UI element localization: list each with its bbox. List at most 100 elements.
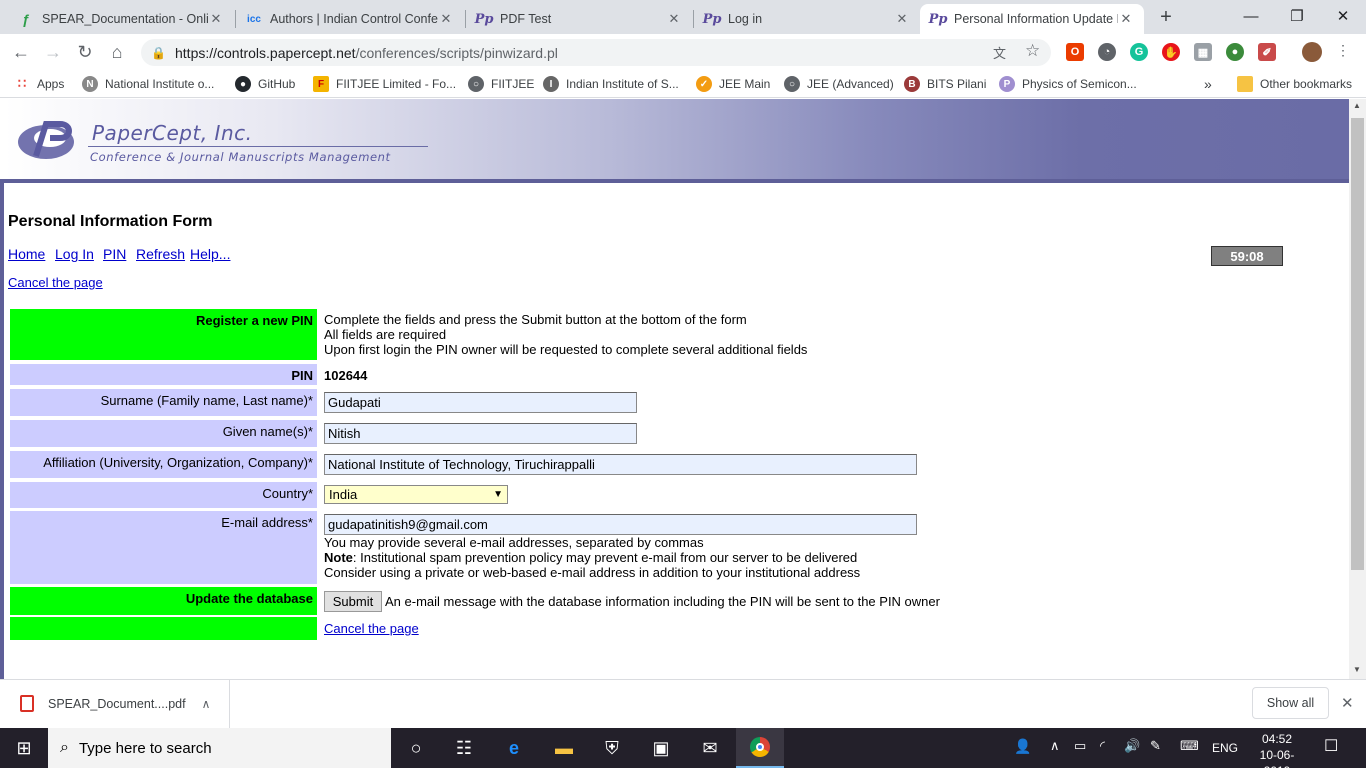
task-view-icon[interactable]: ☷ <box>440 728 488 768</box>
pin-value: 102644 <box>324 368 368 383</box>
given-name-input[interactable]: Nitish <box>324 423 637 444</box>
close-tab-icon[interactable]: ✕ <box>208 11 224 27</box>
mail-icon[interactable]: ✉ <box>686 728 734 768</box>
nit-icon: N <box>82 76 98 92</box>
email-input[interactable]: gudapatinitish9@gmail.com <box>324 514 917 535</box>
scrollbar-thumb[interactable] <box>1351 118 1364 570</box>
cancel-page-link[interactable]: Cancel the page <box>8 275 103 290</box>
back-icon[interactable]: ← <box>9 40 33 64</box>
bookmark-apps[interactable]: ∷ Apps <box>14 75 65 93</box>
chrome-taskbar-icon[interactable] <box>736 728 784 768</box>
country-select[interactable]: India ▼ <box>324 485 508 504</box>
reload-icon[interactable]: ↻ <box>73 40 97 64</box>
country-label: Country* <box>10 482 317 508</box>
bookmark-iisc[interactable]: I Indian Institute of S... <box>543 75 679 93</box>
edge-icon[interactable]: e <box>490 728 538 768</box>
nav-pin-link[interactable]: PIN <box>103 246 126 262</box>
profile-avatar[interactable] <box>1302 42 1322 62</box>
surname-input[interactable]: Gudapati <box>324 392 637 413</box>
store-icon[interactable]: ▣ <box>637 728 685 768</box>
tab-personal-info[interactable]: Pp Personal Information Update F ✕ <box>920 4 1144 34</box>
home-icon[interactable]: ⌂ <box>105 40 129 64</box>
bookmark-bits[interactable]: B BITS Pilani <box>904 75 986 93</box>
email-note: Note: Institutional spam prevention poli… <box>324 550 860 565</box>
security-icon[interactable]: ⛨ <box>588 728 636 768</box>
battery-icon[interactable]: ▭ <box>1074 738 1086 754</box>
nav-help-link[interactable]: Help... <box>190 246 230 262</box>
jee-main-icon: ✓ <box>696 76 712 92</box>
tab-log-in[interactable]: Pp Log in ✕ <box>694 4 920 34</box>
tagline-divider <box>88 146 428 147</box>
cancel-page-bottom-link[interactable]: Cancel the page <box>324 621 419 636</box>
scroll-down-icon[interactable]: ▼ <box>1353 665 1361 674</box>
session-timer: 59:08 <box>1211 246 1283 266</box>
file-explorer-icon[interactable]: ▬ <box>540 728 588 768</box>
nav-home-link[interactable]: Home <box>8 246 45 262</box>
scroll-up-icon[interactable]: ▲ <box>1353 101 1361 110</box>
clock[interactable]: 04:52 10-06-2019 <box>1250 731 1304 779</box>
bookmark-star-icon[interactable]: ☆ <box>1025 41 1045 61</box>
close-tab-icon[interactable]: ✕ <box>438 11 454 27</box>
github-icon: ● <box>235 76 251 92</box>
windows-start-icon[interactable]: ⊞ <box>0 728 48 768</box>
people-icon[interactable]: 👤 <box>1014 738 1031 755</box>
page-left-border <box>0 179 4 679</box>
cortana-icon[interactable]: ○ <box>392 728 440 768</box>
office-extension-icon[interactable]: O <box>1066 43 1084 61</box>
affiliation-input[interactable]: National Institute of Technology, Tiruch… <box>324 454 917 475</box>
tray-chevron-icon[interactable]: ∧ <box>1050 738 1060 754</box>
language-indicator[interactable]: ENG <box>1212 741 1238 755</box>
bookmark-jee-advanced[interactable]: ○ JEE (Advanced) <box>784 75 894 93</box>
close-tab-icon[interactable]: ✕ <box>1118 11 1134 27</box>
restore-button[interactable]: ❐ <box>1274 2 1320 30</box>
tab-title: SPEAR_Documentation - Onlin <box>42 12 208 26</box>
bookmark-label: National Institute o... <box>105 77 215 91</box>
bookmark-fiitjee-limited[interactable]: F FIITJEE Limited - Fo... <box>313 75 456 93</box>
adblock-extension-icon[interactable]: ✋ <box>1162 43 1180 61</box>
bookmark-physics[interactable]: P Physics of Semicon... <box>999 75 1137 93</box>
bookmarks-overflow-icon[interactable]: » <box>1204 75 1212 93</box>
translate-icon[interactable]: 文 <box>993 43 1011 61</box>
download-item[interactable]: SPEAR_Document....pdf ∧ <box>0 679 230 728</box>
pen-icon[interactable]: ✎ <box>1150 738 1161 754</box>
globe-extension-icon[interactable]: ● <box>1226 43 1244 61</box>
new-tab-button[interactable]: + <box>1154 6 1178 28</box>
menu-kebab-icon[interactable]: ⋮ <box>1336 42 1350 62</box>
nav-login-link[interactable]: Log In <box>55 246 94 262</box>
close-tab-icon[interactable]: ✕ <box>894 11 910 27</box>
globe-icon: ○ <box>784 76 800 92</box>
keyboard-icon[interactable]: ⌨ <box>1180 738 1199 754</box>
bookmark-fiitjee[interactable]: ○ FIITJEE <box>468 75 534 93</box>
close-window-button[interactable]: ✕ <box>1320 2 1366 30</box>
bookmark-github[interactable]: ● GitHub <box>235 75 295 93</box>
bookmark-jee-main[interactable]: ✓ JEE Main <box>696 75 770 93</box>
iisc-icon: I <box>543 76 559 92</box>
speedometer-extension-icon[interactable]: ◔ <box>1098 43 1116 61</box>
forward-icon[interactable]: → <box>41 40 65 64</box>
nav-refresh-link[interactable]: Refresh <box>136 246 185 262</box>
tab-title: PDF Test <box>500 12 552 26</box>
window-extension-icon[interactable]: ▦ <box>1194 43 1212 61</box>
notifications-icon[interactable]: ☐ <box>1324 736 1338 756</box>
close-download-bar-icon[interactable]: ✕ <box>1341 694 1354 712</box>
close-tab-icon[interactable]: ✕ <box>666 11 682 27</box>
physics-icon: P <box>999 76 1015 92</box>
show-all-button[interactable]: Show all <box>1252 687 1329 719</box>
tab-spear[interactable]: ƒ SPEAR_Documentation - Onlin ✕ <box>8 4 234 34</box>
volume-icon[interactable]: 🔊 <box>1124 738 1140 754</box>
grammarly-extension-icon[interactable]: G <box>1130 43 1148 61</box>
bookmark-nit[interactable]: N National Institute o... <box>82 75 214 93</box>
chevron-up-icon[interactable]: ∧ <box>202 697 211 711</box>
minimize-button[interactable]: — <box>1228 2 1274 30</box>
pdf-extension-icon[interactable]: ✐ <box>1258 43 1276 61</box>
tab-authors[interactable]: icc Authors | Indian Control Confe ✕ <box>236 4 464 34</box>
search-icon: ⌕ <box>60 739 69 756</box>
submit-button[interactable]: Submit <box>324 591 382 612</box>
tab-pdf-test[interactable]: Pp PDF Test ✕ <box>466 4 692 34</box>
pdf-file-icon <box>20 695 34 712</box>
taskbar-search[interactable]: ⌕ Type here to search <box>48 728 391 768</box>
instruction-line: Complete the fields and press the Submit… <box>324 312 747 327</box>
address-bar[interactable]: 🔒 https://controls.papercept.net/confere… <box>141 39 1051 66</box>
wifi-icon[interactable]: ◜ <box>1100 738 1105 754</box>
bookmark-other[interactable]: Other bookmarks <box>1237 75 1352 93</box>
